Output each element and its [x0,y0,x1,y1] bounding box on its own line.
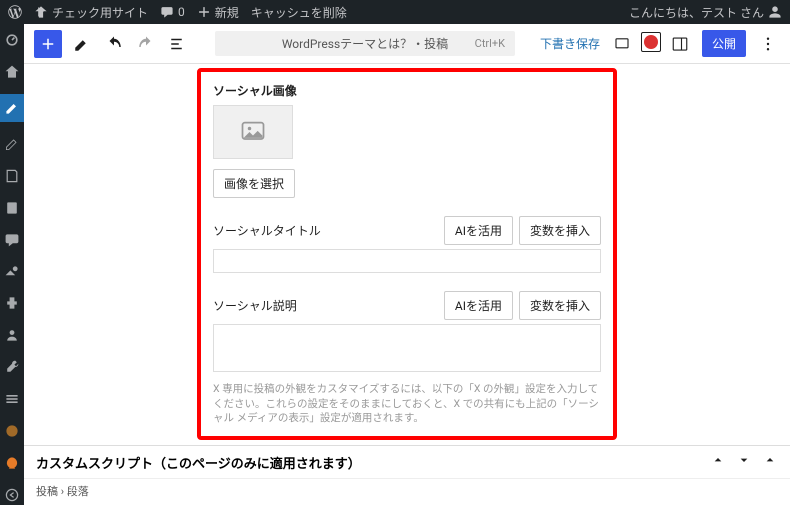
social-title-label: ソーシャルタイトル [213,222,321,239]
greeting-text: こんにちは、テスト さん [629,4,764,21]
sidebar-users[interactable] [2,325,22,345]
list-view-button[interactable] [166,32,190,56]
document-title-bar[interactable]: WordPressテーマとは？・投稿 Ctrl+K [215,31,515,56]
insert-var-button-desc[interactable]: 変数を挿入 [519,291,601,320]
save-draft-button[interactable]: 下書き保存 [540,35,600,52]
shortcut-hint: Ctrl+K [475,37,505,50]
insert-var-button-title[interactable]: 変数を挿入 [519,216,601,245]
seo-score-button[interactable] [644,35,658,53]
sidebar-home[interactable] [2,62,22,82]
image-icon [239,118,267,146]
new-link[interactable]: 新規 [197,4,239,21]
sidebar-item[interactable] [2,166,22,186]
document-title: WordPressテーマとは？・投稿 [282,35,448,52]
add-block-button[interactable] [34,30,62,58]
panel-down-button[interactable] [736,452,752,472]
ai-button-title[interactable]: AIを活用 [444,216,513,245]
cache-label: キャッシュを削除 [251,4,347,21]
user-icon [768,5,782,19]
help-text: X 専用に投稿の外観をカスタマイズするには、以下の「X の外観」設定を入力してく… [213,382,601,426]
panel-up-button[interactable] [710,452,726,472]
breadcrumb-sep: › [61,485,64,498]
settings-sidebar-button[interactable] [668,32,692,56]
admin-sidebar [0,24,24,505]
sidebar-pages[interactable] [2,198,22,218]
comments-count: 0 [178,5,185,19]
breadcrumb-block[interactable]: 段落 [67,485,89,498]
cache-link[interactable]: キャッシュを削除 [251,4,347,21]
sidebar-media[interactable] [2,134,22,154]
sidebar-collapse[interactable] [2,485,22,505]
preview-button[interactable] [610,32,634,56]
breadcrumb-post[interactable]: 投稿 [36,485,58,498]
social-desc-input[interactable] [213,324,601,372]
site-name: チェック用サイト [52,4,148,21]
sidebar-plugins[interactable] [2,293,22,313]
undo-button[interactable] [102,32,126,56]
bottom-panel: カスタムスクリプト（このページのみに適用されます） 投稿 › 段落 [24,445,790,505]
edit-mode-button[interactable] [70,32,94,56]
publish-button[interactable]: 公開 [702,30,746,57]
sidebar-tools[interactable] [2,357,22,377]
sidebar-comments[interactable] [2,230,22,250]
social-image-label: ソーシャル画像 [213,82,601,99]
block-breadcrumb: 投稿 › 段落 [24,478,790,505]
sidebar-appearance[interactable] [2,262,22,282]
comments-link[interactable]: 0 [160,5,185,19]
sidebar-item-3[interactable] [2,453,22,473]
sidebar-item-2[interactable] [2,421,22,441]
panel-toggle-button[interactable] [762,452,778,472]
select-image-button[interactable]: 画像を選択 [213,169,295,198]
social-title-input[interactable] [213,249,601,273]
ai-button-desc[interactable]: AIを活用 [444,291,513,320]
wp-logo[interactable] [8,5,22,19]
bottom-panel-title: カスタムスクリプト（このページのみに適用されます） [36,453,361,472]
sidebar-posts[interactable] [0,94,24,122]
admin-bar: チェック用サイト 0 新規 キャッシュを削除 こんにちは、テスト さん [0,0,790,24]
social-metabox: ソーシャル画像 画像を選択 ソーシャルタイトル AIを活用 変数を挿入 ソーシャ… [201,72,613,436]
editor-toolbar: WordPressテーマとは？・投稿 Ctrl+K 下書き保存 公開 [24,24,790,64]
site-link[interactable]: チェック用サイト [34,4,148,21]
new-label: 新規 [215,4,239,21]
social-desc-label: ソーシャル説明 [213,297,297,314]
social-image-placeholder [213,105,293,159]
sidebar-settings[interactable] [2,389,22,409]
redo-button[interactable] [134,32,158,56]
highlight-frame-1: ソーシャル画像 画像を選択 ソーシャルタイトル AIを活用 変数を挿入 ソーシャ… [197,68,617,440]
options-button[interactable] [756,32,780,56]
user-greeting[interactable]: こんにちは、テスト さん [629,4,782,21]
sidebar-dashboard[interactable] [2,30,22,50]
editor-canvas: ソーシャル画像 画像を選択 ソーシャルタイトル AIを活用 変数を挿入 ソーシャ… [24,64,790,505]
